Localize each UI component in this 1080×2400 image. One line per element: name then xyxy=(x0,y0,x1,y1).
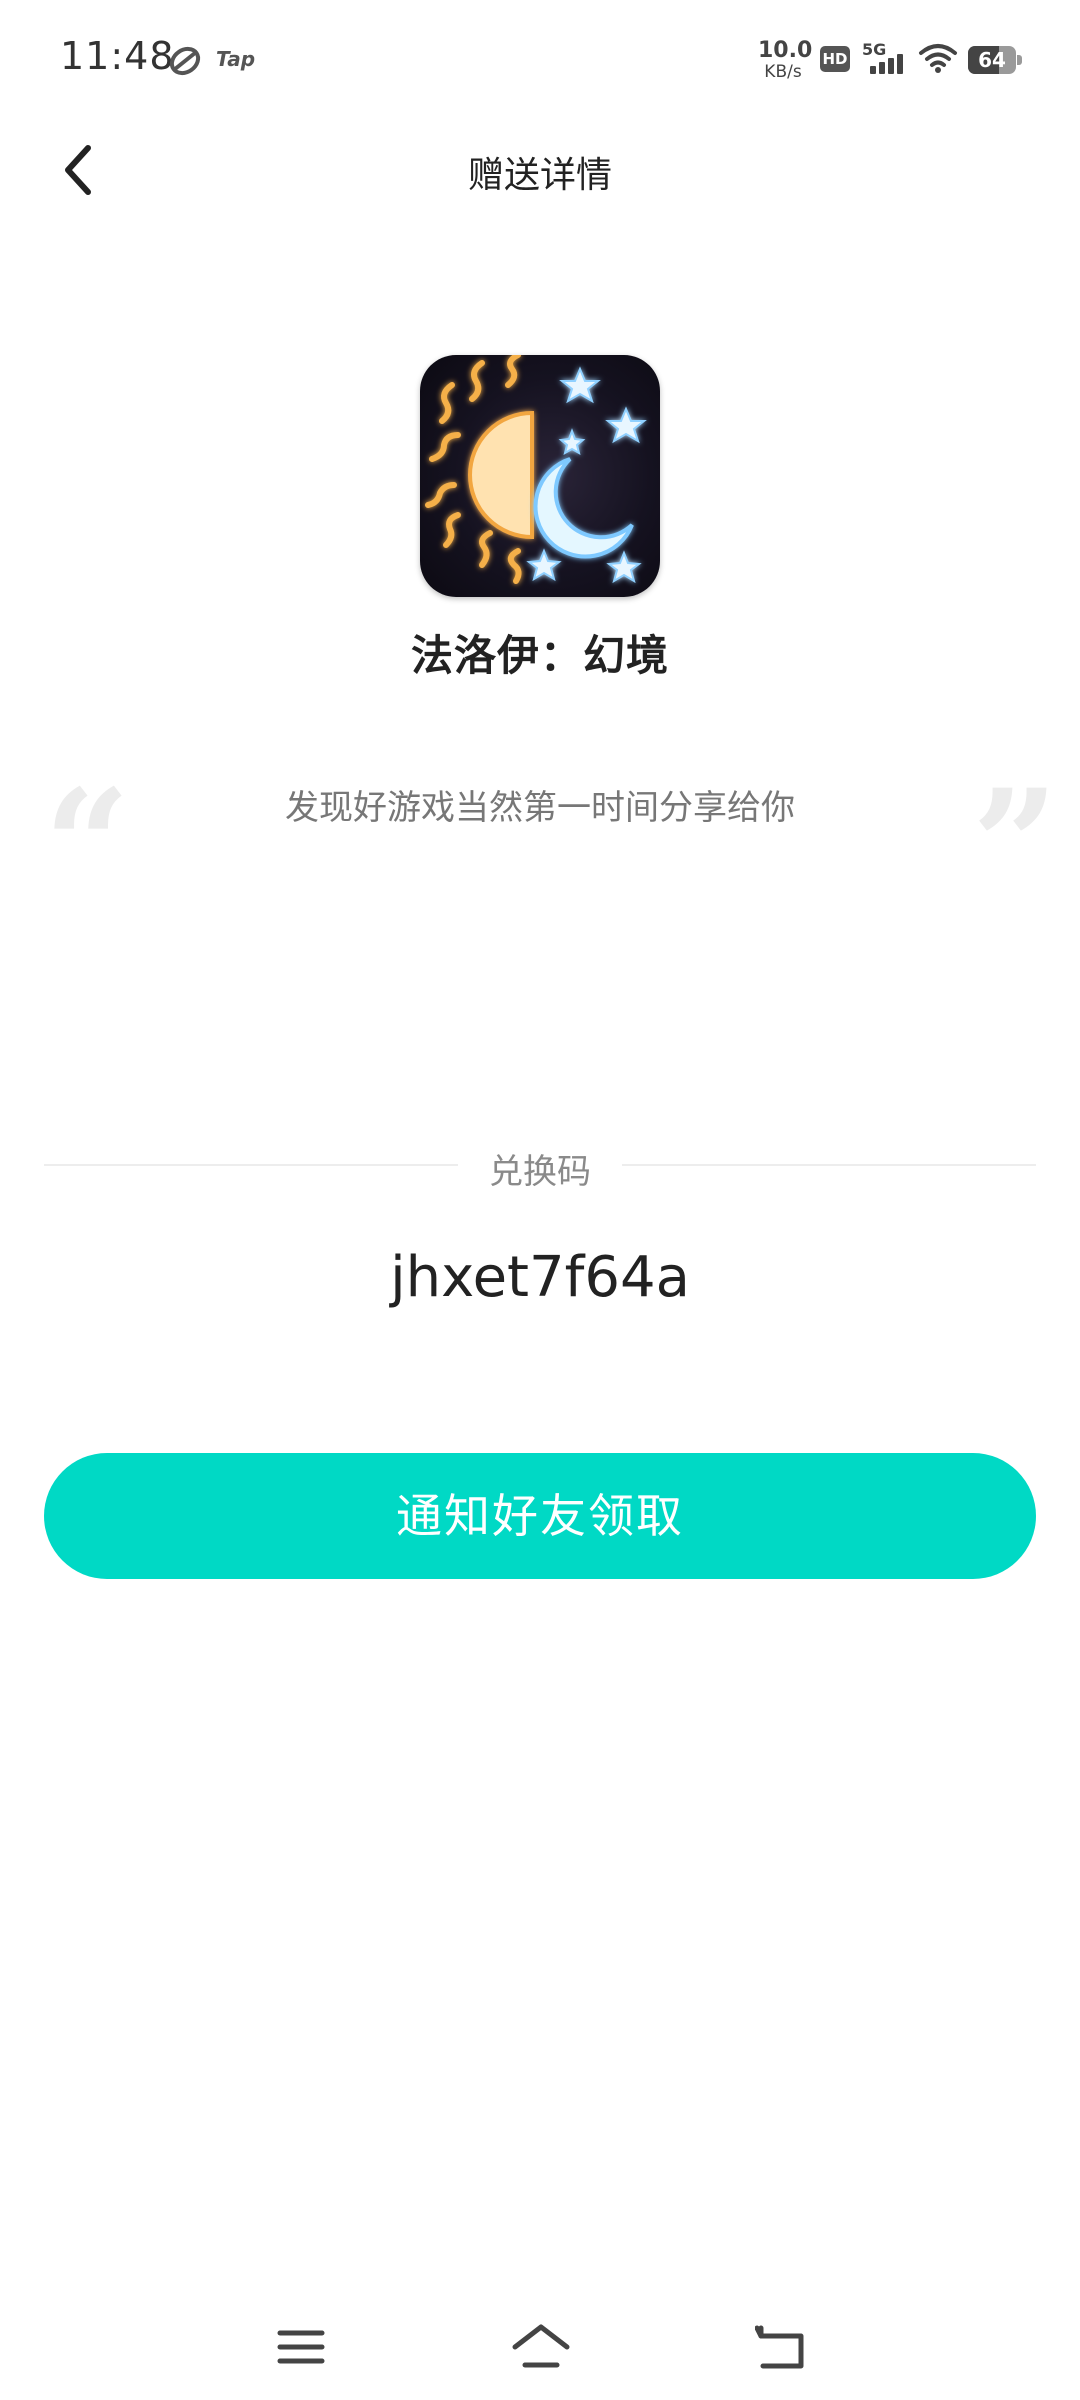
sun-moon-icon xyxy=(425,355,647,584)
network-type: 5G xyxy=(862,40,887,59)
nav-menu-button[interactable] xyxy=(266,2312,336,2382)
signal-bar xyxy=(888,58,894,74)
back-arrow-icon xyxy=(755,2325,804,2369)
network-speed-value: 10.0 xyxy=(758,38,813,63)
divider-right xyxy=(622,1164,1036,1166)
cellular-signal-icon: 5G xyxy=(862,40,906,76)
system-nav-bar xyxy=(0,2290,1080,2400)
redeem-code: jhxet7f64a xyxy=(390,1245,690,1310)
battery-tip xyxy=(1017,55,1022,65)
signal-bar xyxy=(870,66,876,74)
close-quote-icon: ” xyxy=(972,757,1059,933)
nav-home-button[interactable] xyxy=(506,2312,576,2382)
page-title: 赠送详情 xyxy=(467,155,612,196)
gift-details-screen: 11:48 Tap 10.0 KB/s HD 5G 64 赠送详情 法洛伊：幻境… xyxy=(0,0,1080,2400)
tap-badge: Tap xyxy=(216,47,256,71)
status-time: 11:48 xyxy=(60,34,175,78)
wifi-icon xyxy=(919,44,957,73)
nav-back-button[interactable] xyxy=(746,2312,816,2382)
signal-bar xyxy=(879,62,885,74)
taptap-status-icon xyxy=(169,46,201,76)
notify-friend-button[interactable]: 通知好友领取 xyxy=(44,1453,1036,1579)
signal-bar xyxy=(897,54,903,74)
game-icon xyxy=(420,355,660,597)
network-speed: 10.0 KB/s xyxy=(758,38,813,82)
hd-icon: HD xyxy=(820,46,850,72)
header: 赠送详情 xyxy=(0,120,1080,220)
menu-icon xyxy=(277,2330,325,2364)
battery-body: 64 xyxy=(968,46,1016,74)
network-speed-unit: KB/s xyxy=(764,62,802,82)
share-message: 发现好游戏当然第一时间分享给你 xyxy=(285,788,795,828)
game-name: 法洛伊：幻境 xyxy=(410,631,669,680)
redeem-code-label: 兑换码 xyxy=(489,1152,591,1192)
status-bar: 11:48 Tap 10.0 KB/s HD 5G 64 xyxy=(0,0,1080,120)
battery-icon: 64 xyxy=(968,46,1022,74)
home-icon xyxy=(512,2324,570,2368)
battery-level: 64 xyxy=(978,48,1006,72)
